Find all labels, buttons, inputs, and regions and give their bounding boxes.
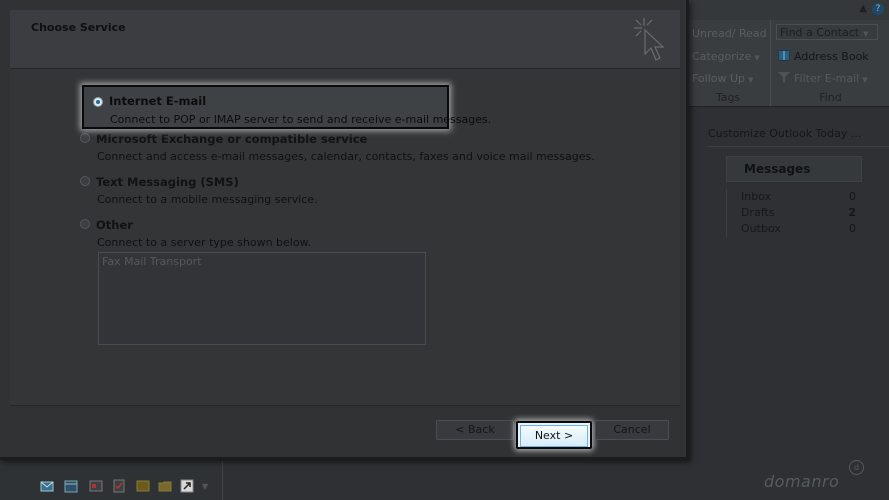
address-book-button[interactable]: Address Book (778, 50, 869, 63)
option-internet-email-title: Internet E-mail (109, 94, 207, 108)
dropdown-arrow-icon: ▼ (862, 76, 868, 84)
messages-row-outbox[interactable]: Outbox 0 (727, 221, 862, 237)
wizard-cursor-icon (630, 16, 670, 66)
ribbon-group-tags: Unread/ Read Categorize ▼ Follow Up ▼ Tags (686, 20, 771, 106)
unread-read-button[interactable]: Unread/ Read (692, 27, 767, 40)
ribbon-minimize-icon[interactable]: ▲ (859, 3, 867, 14)
filter-email-label: Filter E-mail (794, 72, 860, 85)
inbox-label: Inbox (741, 190, 772, 203)
find-contact-label: Find a Contact (780, 26, 860, 39)
notes-icon[interactable] (136, 479, 150, 493)
messages-title: Messages (726, 156, 862, 182)
next-button[interactable]: Next > (516, 421, 592, 449)
add-account-dialog: Choose Service Microsoft Exchange or com… (0, 0, 689, 460)
drafts-label: Drafts (741, 206, 775, 219)
watermark-badge-icon: d (849, 460, 864, 475)
outbox-count: 0 (849, 222, 856, 235)
follow-up-label: Follow Up (692, 72, 746, 85)
watermark: domanro (764, 472, 840, 491)
list-item[interactable]: Fax Mail Transport (102, 255, 202, 268)
tasks-icon[interactable] (112, 479, 126, 493)
dropdown-arrow-icon: ▼ (754, 54, 760, 62)
messages-list: Inbox 0 Drafts 2 Outbox 0 (726, 189, 862, 237)
other-server-type-list[interactable]: Fax Mail Transport (98, 252, 426, 345)
tags-group-label: Tags (715, 91, 741, 104)
mail-icon[interactable] (40, 479, 54, 493)
radio-internet-email[interactable] (93, 97, 103, 107)
radio-sms[interactable] (80, 176, 90, 186)
customize-link-label: Customize Outlook Today ... (708, 127, 862, 140)
categorize-label: Categorize (692, 50, 752, 63)
cancel-button[interactable]: Cancel (595, 420, 669, 440)
shortcuts-icon[interactable] (180, 479, 194, 493)
messages-row-inbox[interactable]: Inbox 0 (727, 189, 862, 205)
option-internet-email-description: Connect to POP or IMAP server to send an… (110, 113, 492, 126)
contacts-icon[interactable] (89, 479, 103, 493)
help-icon[interactable]: ? (872, 3, 884, 15)
dropdown-arrow-icon: ▼ (863, 30, 869, 38)
next-button-label: Next > (520, 425, 588, 447)
option-internet-email[interactable]: Internet E-mail Connect to POP or IMAP s… (82, 85, 491, 129)
calendar-icon[interactable] (64, 479, 78, 493)
address-book-icon (778, 50, 790, 61)
follow-up-button[interactable]: Follow Up ▼ (692, 72, 753, 85)
filter-icon (778, 72, 790, 83)
find-group-label: Find (819, 91, 842, 104)
ribbon: Unread/ Read Categorize ▼ Follow Up ▼ Tags… (686, 20, 889, 107)
find-contact-input[interactable]: Find a Contact ▼ (776, 24, 878, 40)
unread-read-label: Unread/ Read (692, 27, 767, 40)
address-book-label: Address Book (794, 50, 869, 63)
option-sms-title: Text Messaging (SMS) (96, 175, 239, 189)
back-button[interactable]: < Back (436, 420, 514, 440)
dropdown-arrow-icon: ▼ (748, 76, 754, 84)
folder-icon[interactable] (158, 479, 172, 493)
messages-panel: Messages Inbox 0 Drafts 2 Outbox 0 (726, 156, 862, 240)
ribbon-group-find: Find a Contact ▼ Address Book Filter E-ma… (772, 20, 889, 106)
filter-email-button[interactable]: Filter E-mail ▼ (778, 72, 868, 85)
customize-outlook-today-link[interactable]: Customize Outlook Today ... (708, 124, 889, 147)
option-other-description: Connect to a server type shown below. (97, 236, 312, 249)
option-sms-description: Connect to a mobile messaging service. (97, 193, 318, 206)
categorize-button[interactable]: Categorize ▼ (692, 50, 760, 63)
drafts-count: 2 (848, 206, 856, 219)
messages-row-drafts[interactable]: Drafts 2 (727, 205, 862, 221)
option-other-title: Other (96, 218, 133, 232)
footer-divider (10, 405, 680, 406)
configure-buttons-icon[interactable]: ▼ (202, 482, 216, 496)
dialog-title: Choose Service (31, 21, 126, 34)
ribbon-top-bar: ▲ ? (686, 0, 889, 20)
inbox-count: 0 (849, 190, 856, 203)
radio-other[interactable] (80, 219, 90, 229)
option-exchange-description: Connect and access e-mail messages, cale… (97, 150, 595, 163)
outbox-label: Outbox (741, 222, 781, 235)
dialog-header: Choose Service (10, 10, 680, 69)
radio-exchange[interactable] (80, 133, 90, 143)
option-exchange-title: Microsoft Exchange or compatible service (96, 132, 368, 146)
